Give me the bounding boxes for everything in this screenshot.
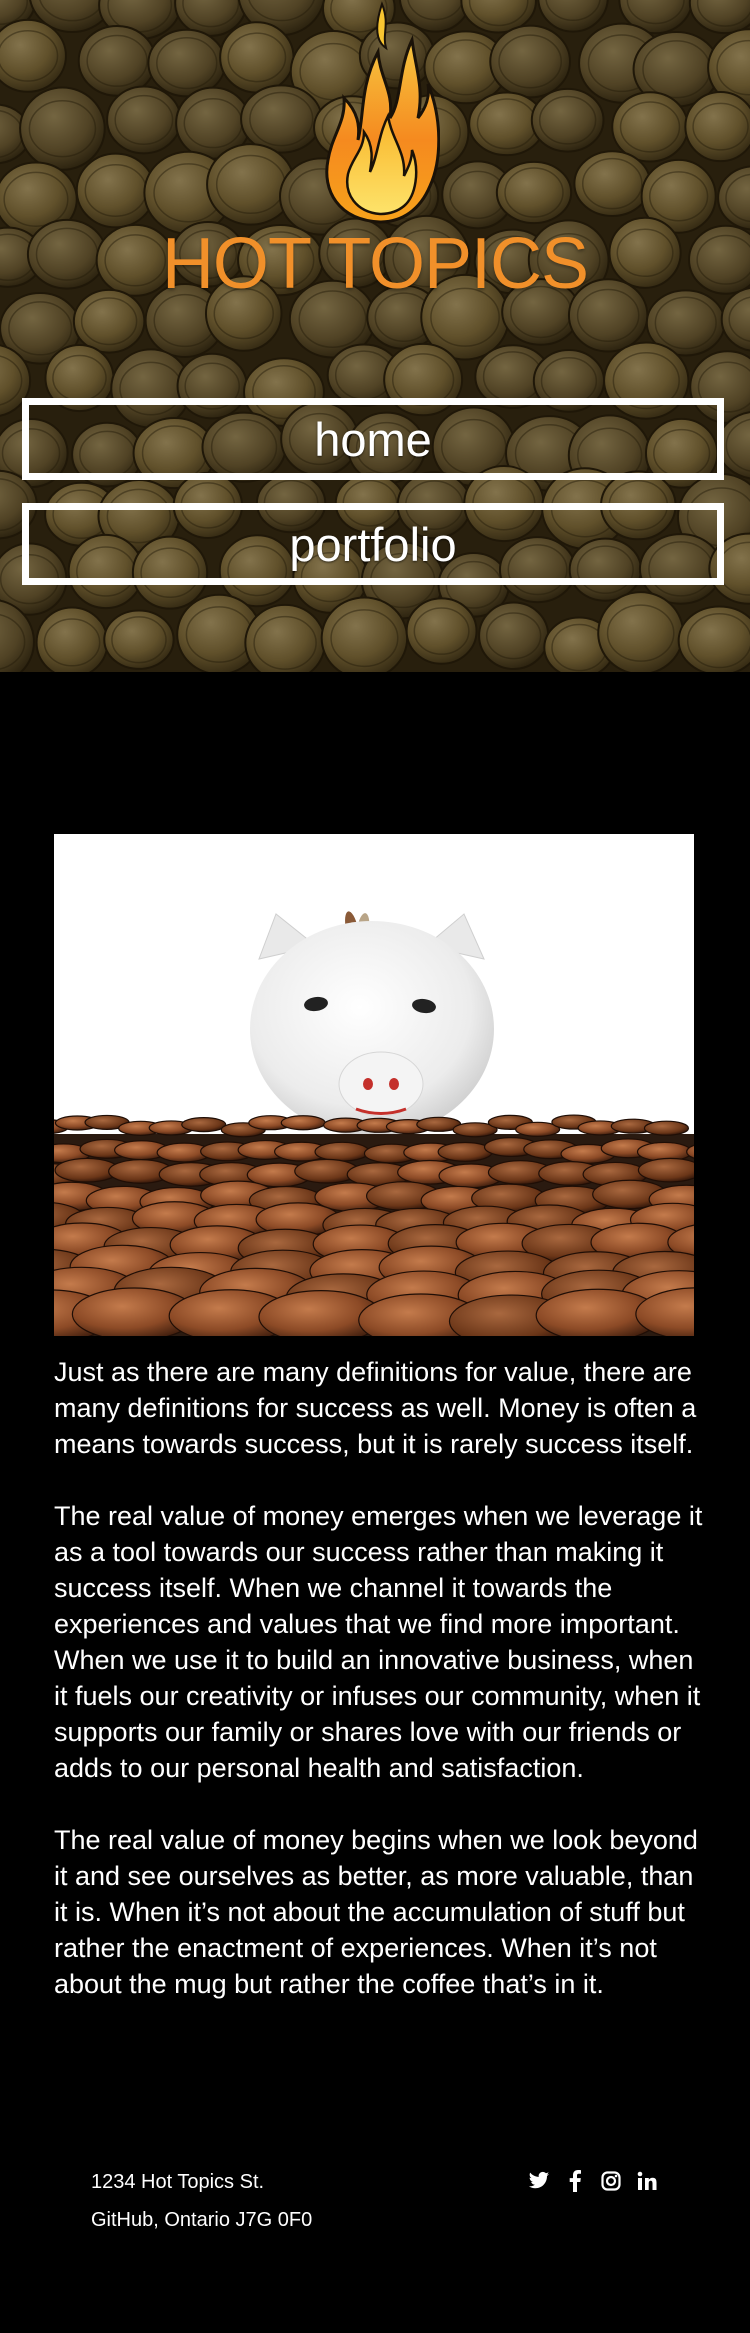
article-paragraph: The real value of money emerges when we … (54, 1501, 703, 1783)
address-line-1: 1234 Hot Topics St. (91, 2171, 265, 2193)
social-links (528, 2170, 658, 2192)
article-body: Just as there are many definitions for v… (54, 1354, 704, 2038)
facebook-icon[interactable] (564, 2170, 586, 2192)
brand-title: HOT TOPICS (161, 224, 589, 304)
hero-image (54, 834, 694, 1336)
site-header: HOT TOPICS home portfolio (0, 0, 750, 672)
nav-portfolio-button[interactable]: portfolio (22, 503, 724, 585)
nav-home-button[interactable]: home (22, 398, 724, 480)
twitter-icon[interactable] (528, 2170, 550, 2192)
footer-address: 1234 Hot Topics St. GitHub, Ontario J7G … (91, 2163, 312, 2239)
piggy-bank-image (54, 834, 694, 1336)
instagram-icon[interactable] (600, 2170, 622, 2192)
linkedin-icon[interactable] (636, 2170, 658, 2192)
article-paragraph: Just as there are many definitions for v… (54, 1357, 697, 1459)
flame-icon (325, 1, 440, 224)
article-paragraph: The real value of money begins when we l… (54, 1825, 698, 1999)
address-line-2: GitHub, Ontario J7G 0F0 (91, 2209, 313, 2231)
